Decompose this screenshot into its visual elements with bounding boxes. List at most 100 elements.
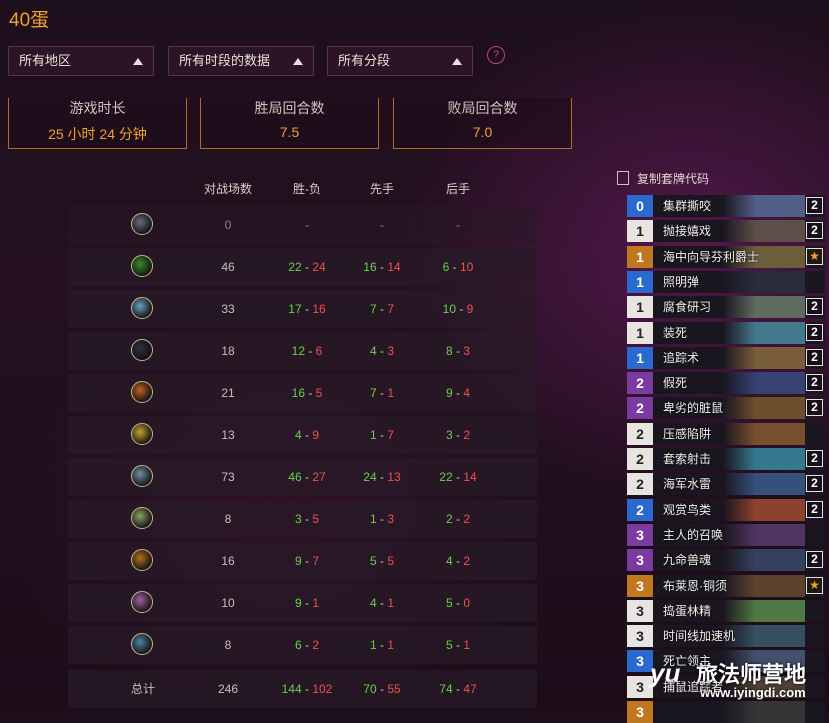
- deck-card[interactable]: 1 装死 2: [627, 321, 825, 344]
- total-win-loss: 144 - 102: [267, 670, 347, 708]
- first-player: 1 - 3: [342, 500, 422, 538]
- table-row[interactable]: 73 46 - 27 24 - 13 22 - 14: [68, 458, 537, 496]
- table-row[interactable]: 33 17 - 16 7 - 7 10 - 9: [68, 290, 537, 328]
- card-count: 2: [806, 374, 823, 392]
- deck-card[interactable]: 2 海军水雷 2: [627, 473, 825, 496]
- second-player-wins: 9: [445, 386, 453, 400]
- first-player-wins: 5: [369, 554, 377, 568]
- copy-deck-code-button[interactable]: 复制套牌代码: [617, 170, 709, 187]
- deck-card[interactable]: 3 主人的召唤: [627, 523, 825, 546]
- card-name: 压感陷阱: [663, 426, 712, 441]
- first-player-losses: 1: [387, 638, 395, 652]
- table-row[interactable]: 83 - 51 - 32 - 2: [68, 500, 537, 538]
- win-loss: 12 - 6: [267, 332, 347, 370]
- table-row[interactable]: 86 - 21 - 15 - 1: [68, 626, 537, 664]
- deck-card[interactable]: 1 追踪术 2: [627, 346, 825, 369]
- legendary-star-icon: ★: [806, 576, 823, 594]
- deck-card[interactable]: 1 腐食研习 2: [627, 296, 825, 319]
- win-loss-separator: -: [301, 596, 313, 610]
- table-row[interactable]: 21 16 - 57 - 19 - 4: [68, 374, 537, 412]
- deck-card[interactable]: 1 照明弹: [627, 270, 825, 293]
- card-art: [723, 321, 805, 344]
- table-row[interactable]: 46 22 - 24 16 - 14 6 - 10: [68, 248, 537, 286]
- card-count: 2: [806, 323, 823, 341]
- second-player-wins: 10: [442, 302, 456, 316]
- warrior-icon: [131, 591, 153, 613]
- deck-card[interactable]: 3 九命兽魂 2: [627, 549, 825, 572]
- first-player-wins: 7: [369, 302, 377, 316]
- second-player: 5 - 1: [418, 626, 498, 664]
- first-player: 4 - 3: [342, 332, 422, 370]
- table-row[interactable]: 10 9 - 14 - 15 - 0: [68, 584, 537, 622]
- win-loss-separator: -: [305, 386, 316, 400]
- card-name: 照明弹: [663, 274, 700, 289]
- first-player: 1 - 7: [342, 416, 422, 454]
- period-dropdown[interactable]: 所有时段的数据: [168, 46, 314, 76]
- first-player-wins: 24: [363, 470, 377, 484]
- rank-dropdown[interactable]: 所有分段: [327, 46, 473, 76]
- deck-card[interactable]: 3 时间线加速机: [627, 625, 825, 648]
- first-player-losses: 3: [387, 344, 395, 358]
- win-loss-losses: 5: [315, 386, 323, 400]
- table-row[interactable]: 16 9 - 75 - 54 - 2: [68, 542, 537, 580]
- first-player-separator: -: [376, 638, 388, 652]
- card-art: [723, 523, 805, 546]
- card-count: 2: [806, 399, 823, 417]
- win-loss-losses: 27: [312, 470, 326, 484]
- card-cost: 2: [627, 372, 653, 395]
- games-count: 16: [221, 554, 235, 568]
- table-row[interactable]: 13 4 - 91 - 73 - 2: [68, 416, 537, 454]
- table-row[interactable]: 18 12 - 64 - 38 - 3: [68, 332, 537, 370]
- rogue-icon: [131, 465, 153, 487]
- second-player-wins: 5: [445, 596, 453, 610]
- total-win-loss-wins: 144: [281, 682, 302, 696]
- deck-card[interactable]: 2 套索射击 2: [627, 448, 825, 470]
- deck-card[interactable]: 3 捣蛋林精: [627, 599, 825, 622]
- win-loss-separator: -: [301, 428, 313, 442]
- games-count: 33: [221, 302, 235, 316]
- deck-card[interactable]: 2 压感陷阱: [627, 422, 825, 445]
- win-loss-losses: 5: [312, 512, 320, 526]
- region-dropdown[interactable]: 所有地区: [8, 46, 154, 76]
- card-count: 2: [806, 222, 823, 240]
- win-loss-wins: 6: [294, 638, 302, 652]
- first-player-losses: 7: [387, 428, 395, 442]
- deck-card[interactable]: 0 集群撕咬 2: [627, 195, 825, 217]
- second-player-separator: -: [452, 470, 464, 484]
- second-player-losses: 2: [463, 512, 471, 526]
- win-loss-value: -: [305, 218, 309, 232]
- deck-card[interactable]: 1 海中向导芬利爵士 ★: [627, 245, 825, 268]
- card-cost: 3: [627, 523, 653, 546]
- first-player-wins: 16: [363, 260, 377, 274]
- first-player: 5 - 5: [342, 542, 422, 580]
- card-cost: 1: [627, 296, 653, 319]
- card-count: 2: [806, 500, 823, 518]
- stat-label: 游戏时长: [69, 100, 126, 116]
- deck-card[interactable]: 2 观赏鸟类 2: [627, 498, 825, 521]
- first-player-wins: 1: [369, 512, 377, 526]
- card-cost: 2: [627, 397, 653, 420]
- warlock-icon: [131, 549, 153, 571]
- deck-card[interactable]: 2 假死 2: [627, 372, 825, 395]
- card-name: 海军水雷: [663, 477, 712, 492]
- first-player-losses: 13: [387, 470, 401, 484]
- win-loss-wins: 12: [291, 344, 305, 358]
- second-player-separator: -: [452, 638, 464, 652]
- help-icon[interactable]: ?: [487, 46, 505, 64]
- first-player-wins: 1: [369, 638, 377, 652]
- win-loss: 3 - 5: [267, 500, 347, 538]
- card-cost: 3: [627, 625, 653, 648]
- first-player-wins: 4: [369, 596, 377, 610]
- demon-hunter-icon: [131, 633, 153, 655]
- table-row[interactable]: 0 - - -: [68, 206, 537, 244]
- legendary-star-icon: ★: [806, 247, 823, 265]
- second-player-value: -: [456, 218, 460, 232]
- second-player-losses: 2: [463, 554, 471, 568]
- deck-card[interactable]: 2 卑劣的脏鼠 2: [627, 397, 825, 420]
- deck-card[interactable]: 1 抛接嬉戏 2: [627, 220, 825, 243]
- deck-card[interactable]: 3 布莱恩·铜须 ★: [627, 574, 825, 597]
- total-first-player: 70 - 55: [342, 670, 422, 708]
- first-player-wins: 4: [369, 344, 377, 358]
- card-art: [723, 448, 805, 470]
- card-cost: 1: [627, 245, 653, 268]
